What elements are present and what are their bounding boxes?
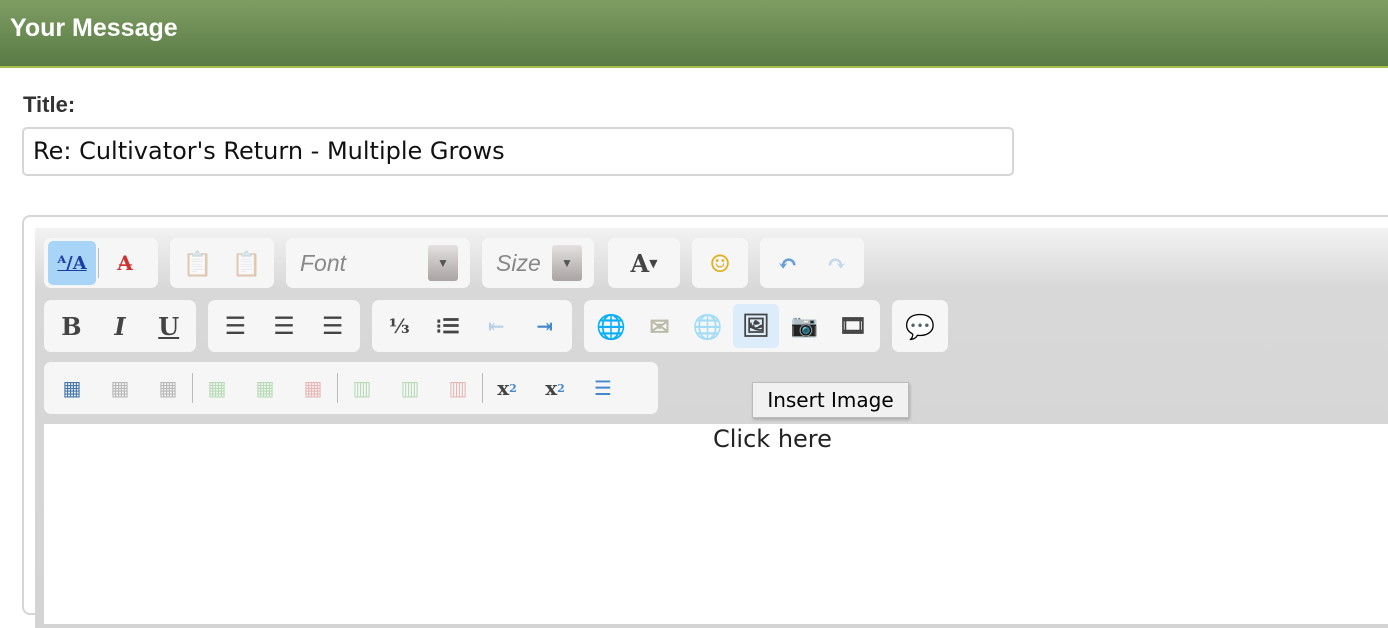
insert-image-icon[interactable]: 🖼 <box>732 304 780 348</box>
table-properties-icon[interactable]: ▦ <box>96 366 144 410</box>
title-label: Title: <box>23 92 76 117</box>
ordered-list-icon[interactable]: ⅓ <box>376 304 423 348</box>
chevron-down-icon: ▼ <box>552 245 582 281</box>
align-center-icon[interactable]: ☰ <box>261 304 308 348</box>
font-color-icon[interactable]: A ▼ <box>612 241 676 285</box>
editor-placeholder[interactable]: Click here <box>713 425 832 453</box>
section-header: Your Message <box>0 0 1388 68</box>
paste-text-icon[interactable]: 📋 <box>174 241 221 285</box>
unordered-list-icon[interactable]: ⁝☰ <box>425 304 472 348</box>
redo-icon[interactable]: ↷ <box>813 241 860 285</box>
superscript-icon[interactable]: x2 <box>531 366 579 410</box>
chevron-down-icon: ▼ <box>428 245 458 281</box>
table-icon[interactable]: ▦ <box>48 366 96 410</box>
indent-icon[interactable]: ⇥ <box>522 304 569 348</box>
insert-image-tooltip: Insert Image <box>752 382 909 418</box>
insert-row-below-icon[interactable]: ▥ <box>338 366 386 410</box>
size-select[interactable]: Size ▼ <box>486 245 590 281</box>
quote-icon[interactable]: 💬 <box>896 304 944 348</box>
size-placeholder: Size <box>496 249 541 276</box>
italic-icon[interactable]: I <box>97 304 144 348</box>
insert-email-icon[interactable]: ✉ <box>636 304 682 348</box>
smiley-icon[interactable]: ☺ <box>696 241 744 285</box>
subscript-icon[interactable]: x2 <box>483 366 531 410</box>
insert-row-above-icon[interactable]: ▥ <box>386 366 434 410</box>
delete-row-icon[interactable]: ▥ <box>434 366 482 410</box>
insert-column-left-icon[interactable]: ▦ <box>193 366 241 410</box>
bold-icon[interactable]: B <box>48 304 95 348</box>
outdent-icon[interactable]: ⇤ <box>473 304 520 348</box>
paste-word-icon[interactable]: 📋 <box>223 241 270 285</box>
editor-content[interactable] <box>44 424 1388 624</box>
insert-photo-icon[interactable]: 📷 <box>781 304 827 348</box>
align-right-icon[interactable]: ☰ <box>309 304 356 348</box>
align-left-icon[interactable]: ☰ <box>212 304 259 348</box>
insert-video-icon[interactable]: 🎞 <box>830 304 876 348</box>
delete-column-icon[interactable]: ▦ <box>289 366 337 410</box>
unlink-icon[interactable]: 🌐 <box>685 304 731 348</box>
delete-table-icon[interactable]: ▦ <box>144 366 192 410</box>
section-title: Your Message <box>10 14 178 42</box>
font-placeholder: Font <box>300 249 347 276</box>
undo-icon[interactable]: ↶ <box>764 241 811 285</box>
insert-column-right-icon[interactable]: ▦ <box>241 366 289 410</box>
clear-formatting-icon[interactable]: A̶ <box>101 241 149 285</box>
title-input[interactable]: Re: Cultivator's Return - Multiple Grows <box>22 127 1014 176</box>
underline-icon[interactable]: U <box>145 304 192 348</box>
insert-link-icon[interactable]: 🌐 <box>588 304 634 348</box>
font-select[interactable]: Font ▼ <box>290 245 466 281</box>
horizontal-rule-icon[interactable]: ☰ <box>579 366 627 410</box>
remove-formatting-icon[interactable]: ᴬ/A <box>48 241 96 285</box>
